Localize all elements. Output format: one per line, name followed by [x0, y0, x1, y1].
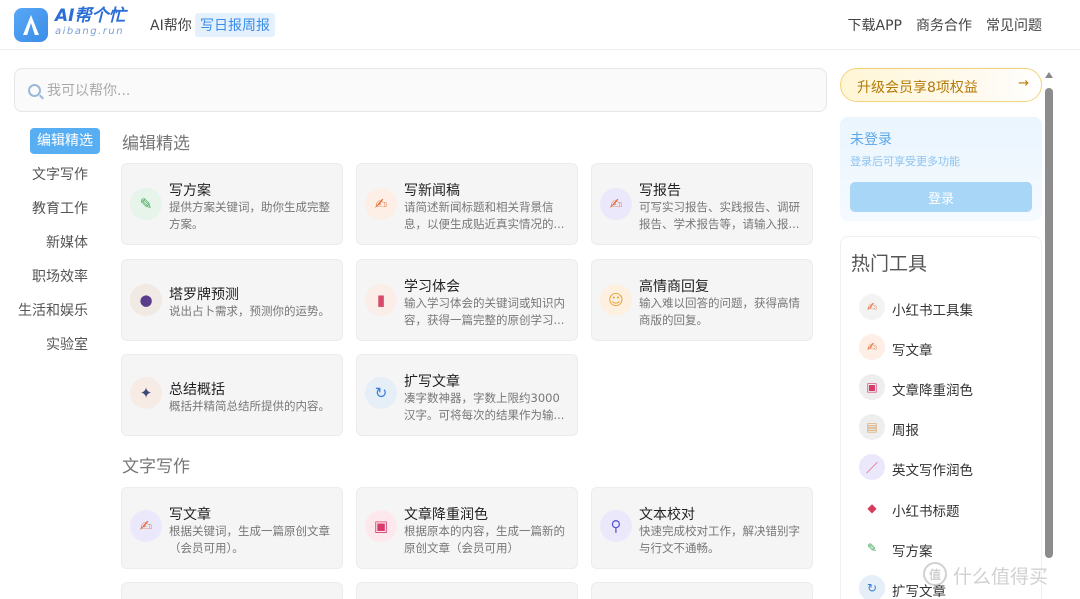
tool-card[interactable]: ↻ 扩写文章 凑字数神器，字数上限约3000汉字。可将每次的结果作为输...	[356, 354, 578, 436]
tool-card[interactable]	[121, 582, 343, 599]
hot-tool-item[interactable]: ▣ 文章降重润色	[859, 372, 1039, 402]
tool-card[interactable]: ✎ 写方案 提供方案关键词，助你生成完整方案。	[121, 163, 343, 245]
header: AI帮个忙 aibang.run AI帮你 写日报周报 下载APP 商务合作 常…	[0, 0, 1080, 50]
scroll-icon: ▤	[859, 414, 885, 440]
pencil-icon: ✍	[130, 510, 162, 542]
login-status: 未登录	[850, 132, 892, 148]
pencil-icon: ✍	[859, 294, 885, 320]
pencil-icon: ✍	[365, 188, 397, 220]
search-input[interactable]	[47, 77, 807, 105]
section-title-featured: 编辑精选	[122, 134, 190, 154]
watermark: 值 什么值得买	[923, 560, 1073, 590]
hot-tool-item[interactable]: ✍ 写文章	[859, 332, 1039, 362]
smile-icon: ☺	[600, 284, 632, 316]
nav-home-link[interactable]: AI帮你	[150, 15, 192, 35]
page-scrollbar[interactable]	[1044, 72, 1054, 599]
watermark-text: 什么值得买	[953, 566, 1049, 588]
document-icon: ✎	[130, 188, 162, 220]
hot-tool-item[interactable]: ／ 英文写作润色	[859, 452, 1039, 482]
top-links: 下载APP 商务合作 常见问题	[848, 15, 1042, 35]
login-button[interactable]: 登录	[850, 182, 1032, 212]
login-hint: 登录后可享受更多功能	[850, 155, 960, 168]
tool-card[interactable]	[591, 582, 813, 599]
tool-card[interactable]: ▮ 学习体会 输入学习体会的关键词或知识内容，获得一篇完整的原创学习...	[356, 259, 578, 341]
nav-active-tag[interactable]: 写日报周报	[195, 13, 275, 37]
category-writing[interactable]: 文字写作	[14, 162, 104, 196]
tool-card[interactable]	[356, 582, 578, 599]
upgrade-button[interactable]: 升级会员享8项权益 →	[840, 68, 1042, 102]
brand[interactable]: AI帮个忙 aibang.run	[55, 7, 125, 38]
crystal-ball-icon: ●	[130, 284, 162, 316]
stamp-icon: ▣	[859, 374, 885, 400]
hot-tool-item[interactable]: ✎ 写方案	[859, 533, 1039, 563]
tool-card[interactable]: ● 塔罗牌预测 说出占卜需求，预测你的运势。	[121, 259, 343, 341]
tool-card[interactable]: ✍ 写文章 根据关键词，生成一篇原创文章（会员可用）。	[121, 487, 343, 569]
scroll-up-icon[interactable]	[1045, 72, 1053, 78]
watermark-badge: 值	[923, 562, 947, 586]
business-link[interactable]: 商务合作	[916, 15, 972, 35]
category-nav: 编辑精选 文字写作 教育工作 新媒体 职场效率 生活和娱乐 实验室	[14, 128, 104, 366]
tool-card[interactable]: ✦ 总结概括 概括并精简总结所提供的内容。	[121, 354, 343, 436]
search-icon	[28, 84, 41, 97]
pen-icon: ／	[859, 454, 885, 480]
category-new-media[interactable]: 新媒体	[14, 230, 104, 264]
download-app-link[interactable]: 下载APP	[848, 15, 902, 35]
tool-card[interactable]: ✍ 写新闻稿 请简述新闻标题和相关背景信息，以便生成贴近真实情况的...	[356, 163, 578, 245]
upgrade-label: 升级会员享8项权益	[857, 80, 978, 96]
pencil-icon: ✍	[600, 188, 632, 220]
arrow-right-icon: →	[1018, 76, 1029, 91]
refresh-icon: ↻	[365, 377, 397, 409]
books-icon: ▮	[365, 284, 397, 316]
document-icon: ✎	[859, 535, 885, 561]
section-title-writing: 文字写作	[122, 457, 190, 477]
search-bar	[14, 68, 827, 112]
tag-icon: ◆	[859, 495, 885, 521]
logo-icon[interactable]	[14, 8, 48, 42]
category-education[interactable]: 教育工作	[14, 196, 104, 230]
hot-tool-item[interactable]: ✍ 小红书工具集	[859, 292, 1039, 322]
tool-card[interactable]: ✍ 写报告 可写实习报告、实践报告、调研报告、学术报告等，请输入报...	[591, 163, 813, 245]
pencil-icon: ✍	[859, 334, 885, 360]
category-life[interactable]: 生活和娱乐	[14, 298, 104, 332]
magnifier-icon: ⚲	[600, 510, 632, 542]
login-panel: 未登录 登录后可享受更多功能 登录	[840, 117, 1042, 221]
faq-link[interactable]: 常见问题	[986, 15, 1042, 35]
stamp-icon: ▣	[365, 510, 397, 542]
category-workplace[interactable]: 职场效率	[14, 264, 104, 298]
scrollbar-thumb[interactable]	[1045, 88, 1053, 558]
hot-tool-item[interactable]: ▤ 周报	[859, 412, 1039, 442]
category-lab[interactable]: 实验室	[14, 332, 104, 366]
tool-card[interactable]: ▣ 文章降重润色 根据原本的内容，生成一篇新的原创文章（会员可用）	[356, 487, 578, 569]
hot-tools-title: 热门工具	[851, 253, 928, 275]
tool-card[interactable]: ☺ 高情商回复 输入难以回答的问题，获得高情商版的回复。	[591, 259, 813, 341]
telescope-icon: ✦	[130, 377, 162, 409]
tool-card[interactable]: ⚲ 文本校对 快速完成校对工作，解决错别字与行文不通畅。	[591, 487, 813, 569]
brand-name: AI帮个忙	[55, 6, 126, 26]
refresh-icon: ↻	[859, 575, 885, 599]
brand-domain: aibang.run	[55, 26, 125, 37]
category-featured[interactable]: 编辑精选	[14, 128, 104, 162]
hot-tools-panel: 热门工具 ✍ 小红书工具集 ✍ 写文章 ▣ 文章降重润色 ▤ 周报 ／ 英文写作…	[840, 236, 1042, 599]
hot-tool-item[interactable]: ◆ 小红书标题	[859, 493, 1039, 523]
